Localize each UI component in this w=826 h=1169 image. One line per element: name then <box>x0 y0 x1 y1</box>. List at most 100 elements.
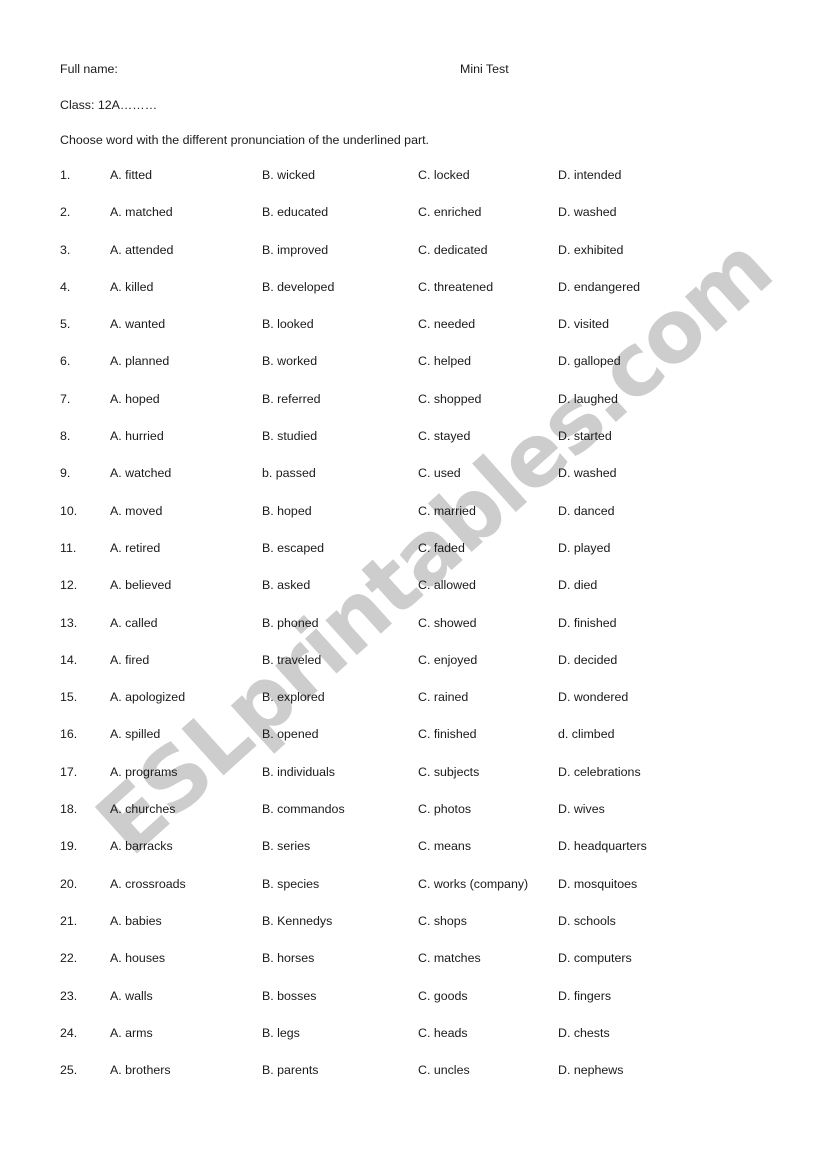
option-b[interactable]: B. escaped <box>262 541 324 555</box>
option-b[interactable]: B. looked <box>262 317 314 331</box>
option-d[interactable]: D. schools <box>558 914 616 928</box>
option-c[interactable]: C. enriched <box>418 205 481 219</box>
option-c[interactable]: C. enjoyed <box>418 653 477 667</box>
option-d[interactable]: D. died <box>558 578 597 592</box>
option-d[interactable]: D. washed <box>558 466 617 480</box>
option-b[interactable]: B. referred <box>262 392 321 406</box>
option-d[interactable]: D. galloped <box>558 354 621 368</box>
option-c[interactable]: C. goods <box>418 989 468 1003</box>
option-a[interactable]: A. watched <box>110 466 171 480</box>
option-a[interactable]: A. arms <box>110 1026 153 1040</box>
option-b[interactable]: B. improved <box>262 243 328 257</box>
option-b[interactable]: B. individuals <box>262 765 335 779</box>
option-d[interactable]: D. played <box>558 541 610 555</box>
option-d[interactable]: D. nephews <box>558 1063 623 1077</box>
option-b[interactable]: B. asked <box>262 578 310 592</box>
option-b[interactable]: B. parents <box>262 1063 318 1077</box>
option-b[interactable]: B. bosses <box>262 989 316 1003</box>
option-a[interactable]: A. walls <box>110 989 153 1003</box>
option-c[interactable]: C. stayed <box>418 429 470 443</box>
option-c[interactable]: C. faded <box>418 541 465 555</box>
option-a[interactable]: A. wanted <box>110 317 165 331</box>
option-c[interactable]: C. allowed <box>418 578 476 592</box>
option-d[interactable]: D. laughed <box>558 392 618 406</box>
option-d[interactable]: D. danced <box>558 504 614 518</box>
option-a[interactable]: A. retired <box>110 541 160 555</box>
option-d[interactable]: D. headquarters <box>558 839 647 853</box>
option-a[interactable]: A. hoped <box>110 392 160 406</box>
option-b[interactable]: B. Kennedys <box>262 914 332 928</box>
option-d[interactable]: D. intended <box>558 168 621 182</box>
option-c[interactable]: C. used <box>418 466 461 480</box>
option-c[interactable]: C. uncles <box>418 1063 470 1077</box>
option-c[interactable]: C. married <box>418 504 476 518</box>
option-c[interactable]: C. subjects <box>418 765 479 779</box>
option-d[interactable]: D. finished <box>558 616 617 630</box>
option-b[interactable]: B. worked <box>262 354 317 368</box>
option-a[interactable]: A. fitted <box>110 168 152 182</box>
option-c[interactable]: C. finished <box>418 727 477 741</box>
option-b[interactable]: B. phoned <box>262 616 319 630</box>
option-b[interactable]: B. species <box>262 877 319 891</box>
option-a[interactable]: A. houses <box>110 951 165 965</box>
option-d[interactable]: D. chests <box>558 1026 610 1040</box>
option-c[interactable]: C. photos <box>418 802 471 816</box>
option-a[interactable]: A. apologized <box>110 690 185 704</box>
option-d[interactable]: D. computers <box>558 951 632 965</box>
option-b[interactable]: B. studied <box>262 429 317 443</box>
option-c[interactable]: C. means <box>418 839 471 853</box>
option-b[interactable]: B. opened <box>262 727 319 741</box>
option-c[interactable]: C. shops <box>418 914 467 928</box>
option-a[interactable]: A. matched <box>110 205 173 219</box>
option-c[interactable]: C. shopped <box>418 392 481 406</box>
option-b[interactable]: B. commandos <box>262 802 345 816</box>
option-a[interactable]: A. moved <box>110 504 162 518</box>
option-d[interactable]: D. mosquitoes <box>558 877 637 891</box>
option-a[interactable]: A. brothers <box>110 1063 171 1077</box>
option-a[interactable]: A. attended <box>110 243 173 257</box>
option-c[interactable]: C. threatened <box>418 280 493 294</box>
option-c[interactable]: C. rained <box>418 690 468 704</box>
option-c[interactable]: C. heads <box>418 1026 468 1040</box>
option-b[interactable]: b. passed <box>262 466 316 480</box>
option-a[interactable]: A. spilled <box>110 727 160 741</box>
option-a[interactable]: A. planned <box>110 354 169 368</box>
option-d[interactable]: D. started <box>558 429 612 443</box>
option-b[interactable]: B. educated <box>262 205 328 219</box>
option-b[interactable]: B. hoped <box>262 504 312 518</box>
option-a[interactable]: A. fired <box>110 653 149 667</box>
option-a[interactable]: A. hurried <box>110 429 164 443</box>
option-c[interactable]: C. helped <box>418 354 471 368</box>
option-c[interactable]: C. locked <box>418 168 470 182</box>
option-d[interactable]: D. wives <box>558 802 605 816</box>
option-c[interactable]: C. needed <box>418 317 475 331</box>
option-b[interactable]: B. legs <box>262 1026 300 1040</box>
option-a[interactable]: A. churches <box>110 802 175 816</box>
option-d[interactable]: D. decided <box>558 653 617 667</box>
option-b[interactable]: B. developed <box>262 280 334 294</box>
option-d[interactable]: D. endangered <box>558 280 640 294</box>
option-d[interactable]: D. washed <box>558 205 617 219</box>
option-b[interactable]: B. wicked <box>262 168 315 182</box>
option-d[interactable]: D. celebrations <box>558 765 641 779</box>
option-a[interactable]: A. crossroads <box>110 877 186 891</box>
option-a[interactable]: A. killed <box>110 280 153 294</box>
option-a[interactable]: A. babies <box>110 914 162 928</box>
option-b[interactable]: B. traveled <box>262 653 321 667</box>
option-d[interactable]: D. wondered <box>558 690 628 704</box>
option-c[interactable]: C. showed <box>418 616 477 630</box>
option-a[interactable]: A. barracks <box>110 839 173 853</box>
option-d[interactable]: D. visited <box>558 317 609 331</box>
option-a[interactable]: A. programs <box>110 765 177 779</box>
option-a[interactable]: A. believed <box>110 578 171 592</box>
option-a[interactable]: A. called <box>110 616 158 630</box>
option-c[interactable]: C. works (company) <box>418 877 528 891</box>
option-d[interactable]: D. exhibited <box>558 243 623 257</box>
option-b[interactable]: B. series <box>262 839 310 853</box>
option-c[interactable]: C. matches <box>418 951 481 965</box>
option-d[interactable]: D. fingers <box>558 989 611 1003</box>
option-b[interactable]: B. explored <box>262 690 325 704</box>
option-d[interactable]: d. climbed <box>558 727 614 741</box>
option-c[interactable]: C. dedicated <box>418 243 488 257</box>
option-b[interactable]: B. horses <box>262 951 314 965</box>
